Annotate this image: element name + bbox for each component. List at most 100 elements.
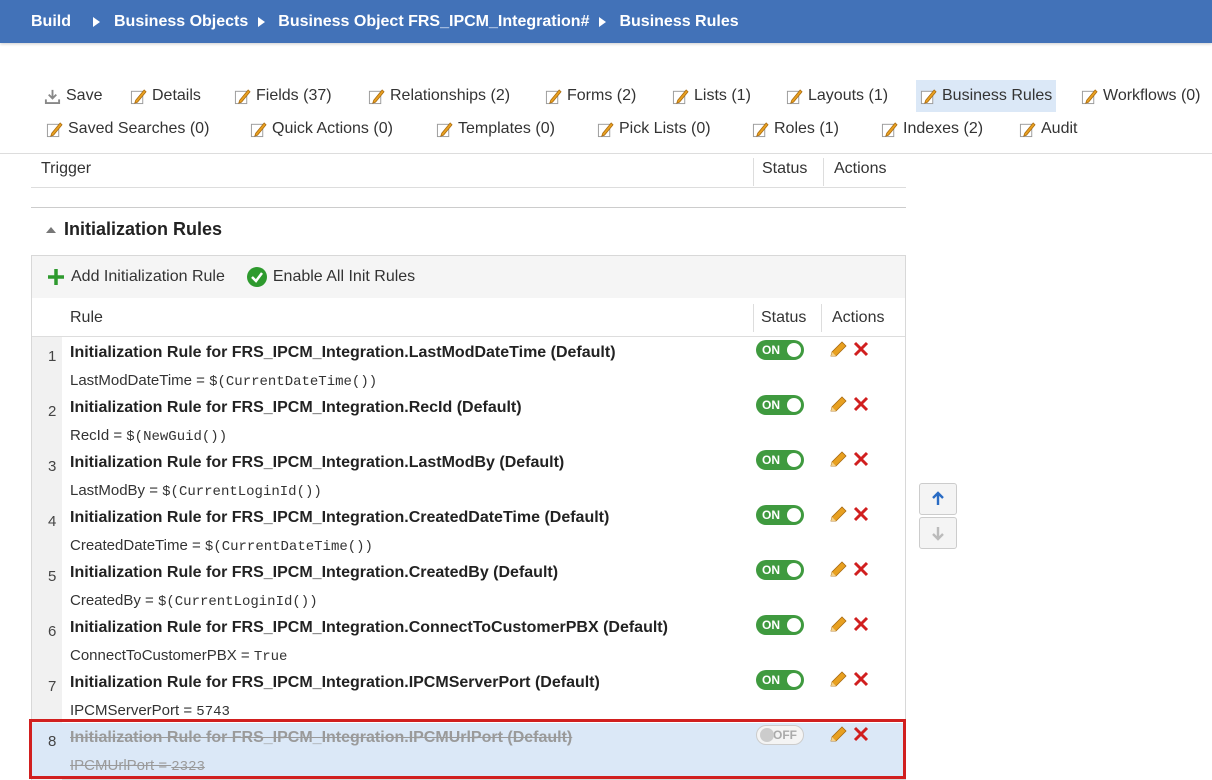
rule-expression: IPCMServerPort = 5743 [70, 702, 230, 720]
row-number: 5 [48, 568, 57, 585]
col-actions: Actions [832, 309, 885, 326]
add-init-rule-button[interactable]: Add Initialization Rule [47, 268, 225, 286]
rule-value: $(CurrentDateTime()) [204, 539, 373, 555]
edit-icon [786, 88, 803, 104]
rule-title: Initialization Rule for FRS_IPCM_Integra… [70, 729, 573, 746]
table-row-disabled[interactable]: 8 Initialization Rule for FRS_IPCM_Integ… [32, 723, 905, 778]
delete-x-icon[interactable] [852, 560, 870, 578]
tab-label: Audit [1041, 120, 1078, 137]
status-toggle[interactable]: ON [756, 615, 804, 635]
rule-expression: CreatedBy = $(CurrentLoginId()) [70, 592, 318, 610]
enable-all-init-rules-button[interactable]: Enable All Init Rules [246, 267, 415, 287]
delete-x-icon[interactable] [852, 340, 870, 358]
rule-field: IPCMServerPort = [70, 702, 197, 719]
move-down-button[interactable] [919, 517, 957, 549]
tab-workflows[interactable]: Workflows (0) [1077, 80, 1205, 112]
tab-details[interactable]: Details [126, 80, 205, 112]
edit-icon [436, 121, 453, 137]
edit-icon [545, 88, 562, 104]
delete-x-icon[interactable] [852, 450, 870, 468]
edit-pencil-icon[interactable] [828, 505, 848, 525]
status-toggle[interactable]: ON [756, 505, 804, 525]
init-rules-toggle[interactable]: Initialization Rules [46, 219, 222, 240]
rule-field: LastModBy = [70, 482, 163, 499]
toggle-label: ON [762, 618, 780, 632]
tab-label: Business Rules [942, 87, 1053, 104]
status-toggle[interactable]: ON [756, 450, 804, 470]
status-toggle[interactable]: ON [756, 340, 804, 360]
tab-quick-actions[interactable]: Quick Actions (0) [246, 113, 397, 145]
table-row[interactable]: 5 Initialization Rule for FRS_IPCM_Integ… [32, 558, 905, 613]
status-toggle[interactable]: ON [756, 560, 804, 580]
edit-pencil-icon[interactable] [828, 340, 848, 360]
toggle-knob [787, 398, 801, 412]
tab-pick-lists[interactable]: Pick Lists (0) [593, 113, 715, 145]
toggle-knob [787, 508, 801, 522]
row-number: 1 [48, 348, 57, 365]
edit-pencil-icon[interactable] [828, 615, 848, 635]
arrow-down-icon [932, 527, 944, 541]
delete-x-icon[interactable] [852, 395, 870, 413]
edit-icon [920, 88, 937, 104]
table-row[interactable]: 1 Initialization Rule for FRS_IPCM_Integ… [32, 338, 905, 393]
init-rules-header: Rule Status Actions [32, 298, 905, 337]
breadcrumb-build[interactable]: Build [31, 13, 71, 31]
tab-business-rules[interactable]: Business Rules [916, 80, 1057, 112]
tab-templates[interactable]: Templates (0) [432, 113, 559, 145]
tab-audit[interactable]: Audit [1015, 113, 1081, 145]
table-row[interactable]: 3 Initialization Rule for FRS_IPCM_Integ… [32, 448, 905, 503]
breadcrumb-business-object[interactable]: Business Object FRS_IPCM_Integration# [278, 13, 589, 31]
move-up-button[interactable] [919, 483, 957, 515]
column-divider [753, 304, 754, 332]
toggle-label: ON [762, 453, 780, 467]
tab-label: Save [66, 87, 103, 104]
table-row[interactable]: 6 Initialization Rule for FRS_IPCM_Integ… [32, 613, 905, 668]
chevron-right-icon [258, 16, 266, 27]
column-divider [823, 158, 824, 186]
tab-label: Quick Actions (0) [272, 120, 393, 137]
delete-x-icon[interactable] [852, 725, 870, 743]
tab-lists[interactable]: Lists (1) [668, 80, 755, 112]
edit-icon [1081, 88, 1098, 104]
toggle-knob [787, 618, 801, 632]
rule-value: 2323 [171, 759, 205, 775]
delete-x-icon[interactable] [852, 615, 870, 633]
edit-pencil-icon[interactable] [828, 560, 848, 580]
row-number: 4 [48, 513, 57, 530]
tab-forms[interactable]: Forms (2) [541, 80, 640, 112]
section-title: Initialization Rules [64, 219, 223, 239]
table-row[interactable]: 4 Initialization Rule for FRS_IPCM_Integ… [32, 503, 905, 558]
tab-roles[interactable]: Roles (1) [748, 113, 843, 145]
edit-icon [672, 88, 689, 104]
tab-label: Forms (2) [567, 87, 637, 104]
tab-layouts[interactable]: Layouts (1) [782, 80, 892, 112]
rule-title: Initialization Rule for FRS_IPCM_Integra… [70, 344, 616, 361]
edit-pencil-icon[interactable] [828, 670, 848, 690]
edit-icon [130, 88, 147, 104]
tab-relationships[interactable]: Relationships (2) [364, 80, 514, 112]
edit-pencil-icon[interactable] [828, 395, 848, 415]
breadcrumb: Build Business Objects Business Object F… [0, 0, 1212, 43]
tab-saved-searches[interactable]: Saved Searches (0) [42, 113, 213, 145]
edit-pencil-icon[interactable] [828, 725, 848, 745]
table-row[interactable]: 7 Initialization Rule for FRS_IPCM_Integ… [32, 668, 905, 723]
delete-x-icon[interactable] [852, 505, 870, 523]
delete-x-icon[interactable] [852, 670, 870, 688]
edit-icon [368, 88, 385, 104]
tab-indexes[interactable]: Indexes (2) [877, 113, 987, 145]
table-row[interactable]: 2 Initialization Rule for FRS_IPCM_Integ… [32, 393, 905, 448]
status-toggle[interactable]: ON [756, 670, 804, 690]
status-toggle[interactable]: OFF [756, 725, 804, 745]
rule-field: ConnectToCustomerPBX = [70, 647, 254, 664]
edit-pencil-icon[interactable] [828, 450, 848, 470]
tab-label: Templates (0) [458, 120, 555, 137]
tab-fields[interactable]: Fields (37) [230, 80, 336, 112]
trigger-table-header: Trigger Status Actions [31, 154, 906, 188]
col-actions: Actions [834, 160, 887, 177]
row-number: 3 [48, 458, 57, 475]
status-toggle[interactable]: ON [756, 395, 804, 415]
tab-label: Fields (37) [256, 87, 332, 104]
save-button[interactable]: Save [40, 80, 106, 112]
toggle-label: ON [762, 563, 780, 577]
breadcrumb-business-objects[interactable]: Business Objects [114, 13, 248, 31]
